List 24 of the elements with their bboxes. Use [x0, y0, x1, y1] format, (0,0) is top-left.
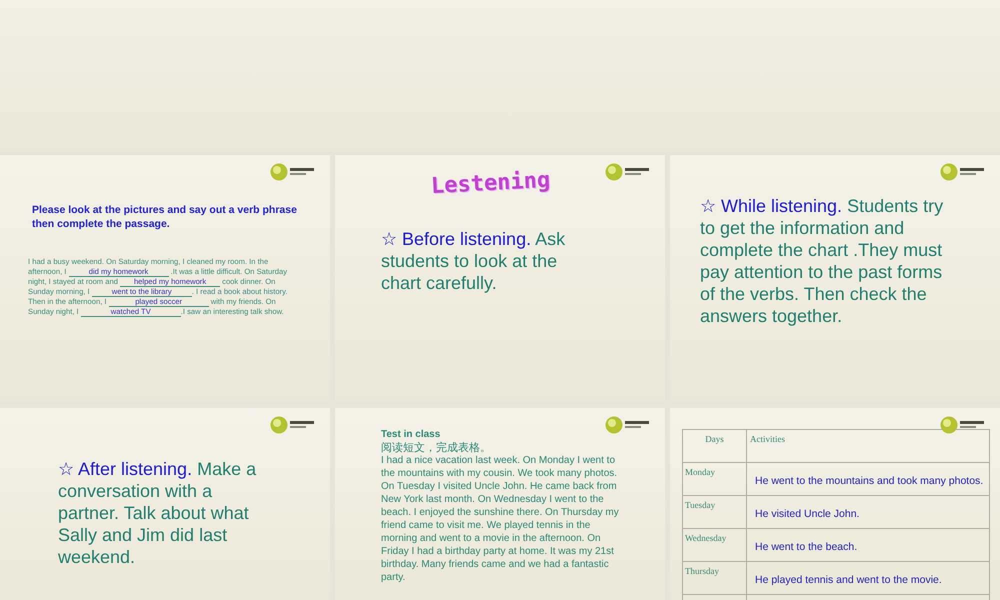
table-cell: Thursday: [682, 562, 746, 594]
passage-subheading: 阅读短文，完成表格。: [381, 441, 492, 454]
column-header: Activities: [746, 430, 990, 462]
table-cell: He played tennis and went to the movie.: [746, 562, 990, 594]
bullet-text: ☆ While listening. Students try to get the information and complete the chart .They must pay attention to the past forms of the verbs. Then check the answers together.: [700, 195, 944, 327]
column-header: Days: [682, 430, 746, 462]
table-cell: Tuesday: [682, 496, 746, 528]
logo-icon: [270, 416, 316, 434]
bullet-text: ☆ After listening. Make a conversation with a partner. Talk about what Sally and Jim did last weekend.: [58, 458, 258, 568]
bullet-text: ☆ Before listening. Ask students to look at the chart carefully.: [381, 228, 566, 294]
table-cell: He visited Uncle John.: [746, 496, 990, 528]
logo-icon: [940, 163, 986, 181]
logo-icon: [270, 163, 316, 181]
logo-icon: [605, 416, 651, 434]
table-cell: He went to the mountains and took many photos.: [746, 462, 990, 496]
table-cell: Wednesday: [682, 528, 746, 562]
table-cell: Monday: [682, 462, 746, 496]
slide-title: Lestening: [430, 166, 551, 202]
logo-icon: [940, 416, 986, 434]
logo-icon: [605, 163, 651, 181]
passage-text: I had a nice vacation last week. On Monday I went to the mountains with my cousin. We took many photos. On Tuesday I visited Uncle John. He came back from New York last month. On Wednesday I went to the beach. I enjoyed the sunshine there. On Thursday my friend came to visit me. We played tennis in the morning and went to a movie in the afternoon. On Friday I had a birthday party at home. It was my 21st birthday. Many friends came and we had a fantastic party.: [381, 454, 620, 584]
passage-heading: Test in class: [381, 428, 442, 441]
table-cell: He went to the beach.: [746, 528, 990, 562]
instruction-text: Please look at the pictures and say out a verb phrase then complete the passage.: [31, 203, 298, 231]
